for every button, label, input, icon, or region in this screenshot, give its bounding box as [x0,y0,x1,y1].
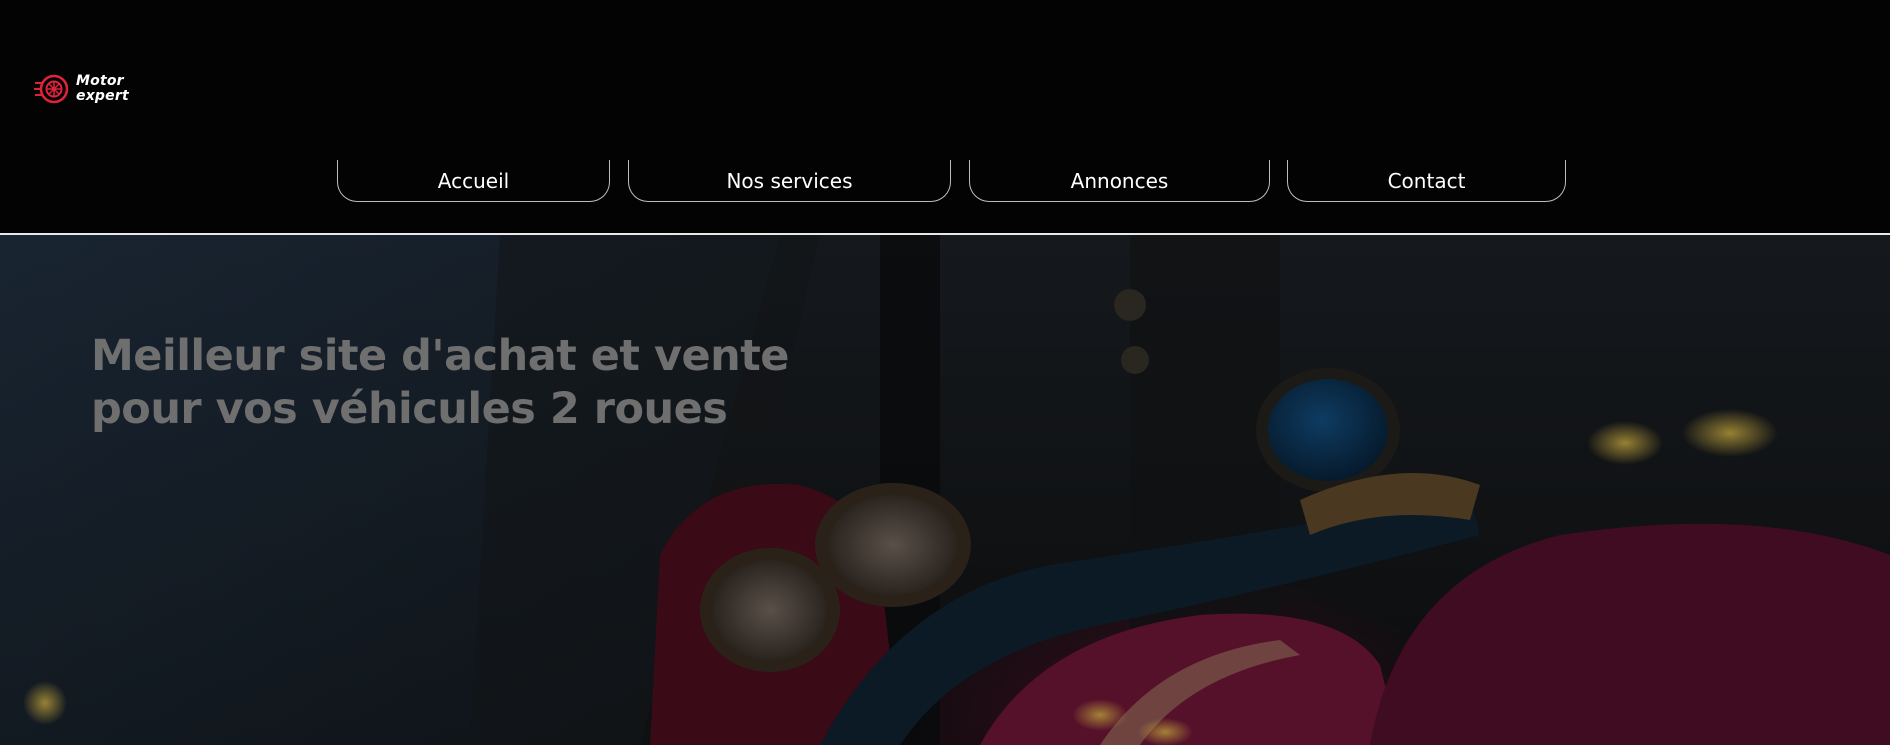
main-nav: Accueil Nos services Annonces Contact [0,160,1890,202]
nav-item-accueil[interactable]: Accueil [337,160,610,202]
motorcycle-background-image [0,235,1890,745]
brand-name: Motor expert [76,74,129,104]
brand-line-1: Motor [76,73,124,89]
nav-item-nos-services[interactable]: Nos services [628,160,951,202]
hero-title-line-2: pour vos véhicules 2 roues [91,384,728,434]
wheel-logo-icon [34,74,69,104]
nav-item-label: Contact [1387,168,1466,193]
nav-item-contact[interactable]: Contact [1287,160,1566,202]
brand-line-2: expert [76,88,129,104]
hero-title: Meilleur site d'achat et vente pour vos … [91,330,851,436]
logo[interactable]: Motor expert [34,72,129,106]
hero-title-line-1: Meilleur site d'achat et vente [91,331,789,381]
hero-section: Meilleur site d'achat et vente pour vos … [0,235,1890,745]
nav-item-label: Accueil [437,168,510,193]
nav-item-label: Annonces [1070,168,1169,193]
nav-item-annonces[interactable]: Annonces [969,160,1270,202]
nav-item-label: Nos services [726,168,853,193]
site-header: Motor expert Accueil Nos services Annonc… [0,0,1890,233]
